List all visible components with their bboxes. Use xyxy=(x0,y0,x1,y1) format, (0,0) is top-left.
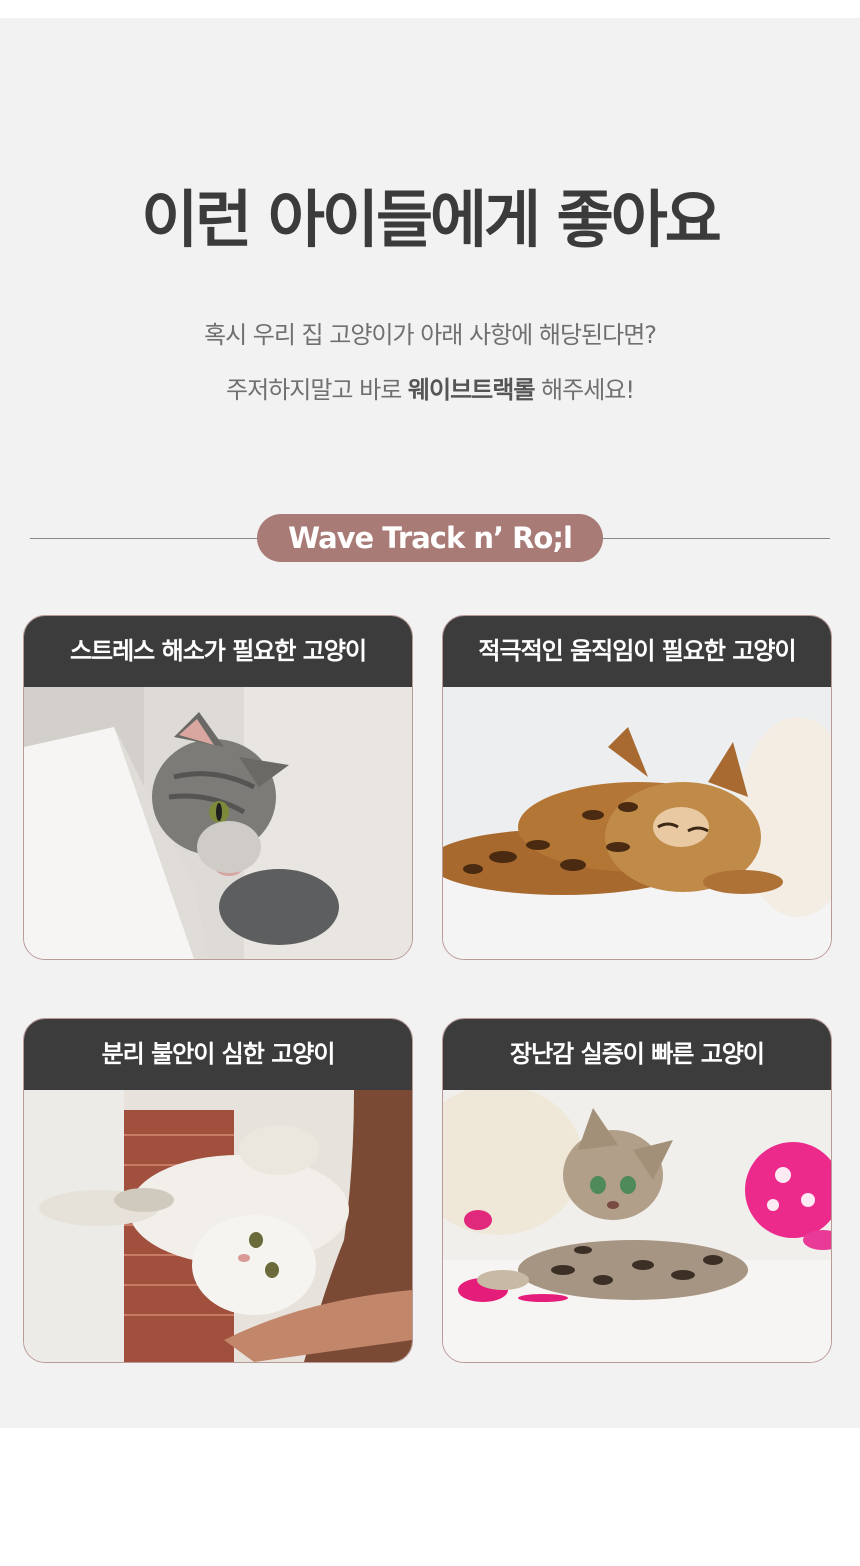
subtitle-suffix: 해주세요! xyxy=(534,376,635,404)
card-photo xyxy=(24,687,412,959)
card-photo xyxy=(443,687,831,959)
page-title: 이런 아이들에게 좋아요 xyxy=(141,183,722,256)
card-title: 적극적인 움직임이 필요한 고양이 xyxy=(443,616,831,687)
card-stress-relief: 스트레스 해소가 필요한 고양이 xyxy=(23,615,413,960)
subtitle-line-2: 주저하지말고 바로 웨이브트랙롤 해주세요! xyxy=(0,373,860,407)
product-badge: Wave Track n’ Ro;l xyxy=(257,514,603,562)
brand-name: 웨이브트랙롤 xyxy=(407,376,535,404)
card-photo xyxy=(24,1090,412,1362)
card-title: 스트레스 해소가 필요한 고양이 xyxy=(24,616,412,687)
subtitle-line-1: 혹시 우리 집 고양이가 아래 사항에 해당된다면? xyxy=(203,321,657,349)
card-active-movement: 적극적인 움직임이 필요한 고양이 xyxy=(442,615,832,960)
card-title: 장난감 실증이 빠른 고양이 xyxy=(443,1019,831,1090)
subtitle-prefix: 주저하지말고 바로 xyxy=(226,376,408,404)
card-separation-anxiety: 분리 불안이 심한 고양이 xyxy=(23,1018,413,1363)
card-toy-boredom: 장난감 실증이 빠른 고양이 xyxy=(442,1018,832,1363)
card-title: 분리 불안이 심한 고양이 xyxy=(24,1019,412,1090)
card-photo xyxy=(443,1090,831,1362)
